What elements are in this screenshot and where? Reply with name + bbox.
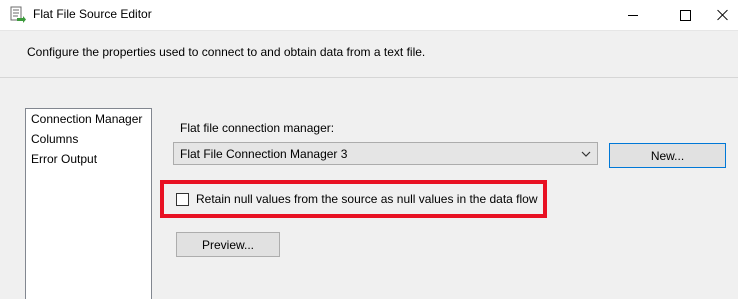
- title-bar: Flat File Source Editor: [0, 0, 738, 30]
- minimize-icon: [628, 14, 638, 16]
- nav-item-columns[interactable]: Columns: [31, 132, 78, 146]
- editor-description: Configure the properties used to connect…: [27, 45, 426, 59]
- connection-manager-dropdown[interactable]: Flat File Connection Manager 3: [173, 142, 598, 165]
- nav-item-error-output[interactable]: Error Output: [31, 152, 97, 166]
- new-connection-button[interactable]: New...: [609, 143, 726, 168]
- header-divider: [0, 77, 738, 78]
- data-source-icon: [10, 6, 26, 24]
- window-title: Flat File Source Editor: [33, 7, 152, 21]
- nav-item-connection-manager[interactable]: Connection Manager: [31, 112, 142, 126]
- chevron-down-icon: [581, 148, 591, 158]
- retain-null-checkbox[interactable]: [176, 193, 189, 206]
- maximize-icon: [679, 9, 691, 21]
- connection-manager-label: Flat file connection manager:: [180, 121, 335, 135]
- description-header: Configure the properties used to connect…: [0, 30, 738, 79]
- preview-button[interactable]: Preview...: [176, 232, 280, 257]
- retain-null-label[interactable]: Retain null values from the source as nu…: [196, 192, 538, 206]
- minimize-button[interactable]: [610, 0, 656, 30]
- navigation-pane: Connection Manager Columns Error Output: [25, 108, 152, 299]
- connection-manager-value: Flat File Connection Manager 3: [180, 147, 348, 161]
- close-button[interactable]: [708, 0, 738, 30]
- close-icon: [717, 9, 729, 21]
- maximize-button[interactable]: [662, 0, 708, 30]
